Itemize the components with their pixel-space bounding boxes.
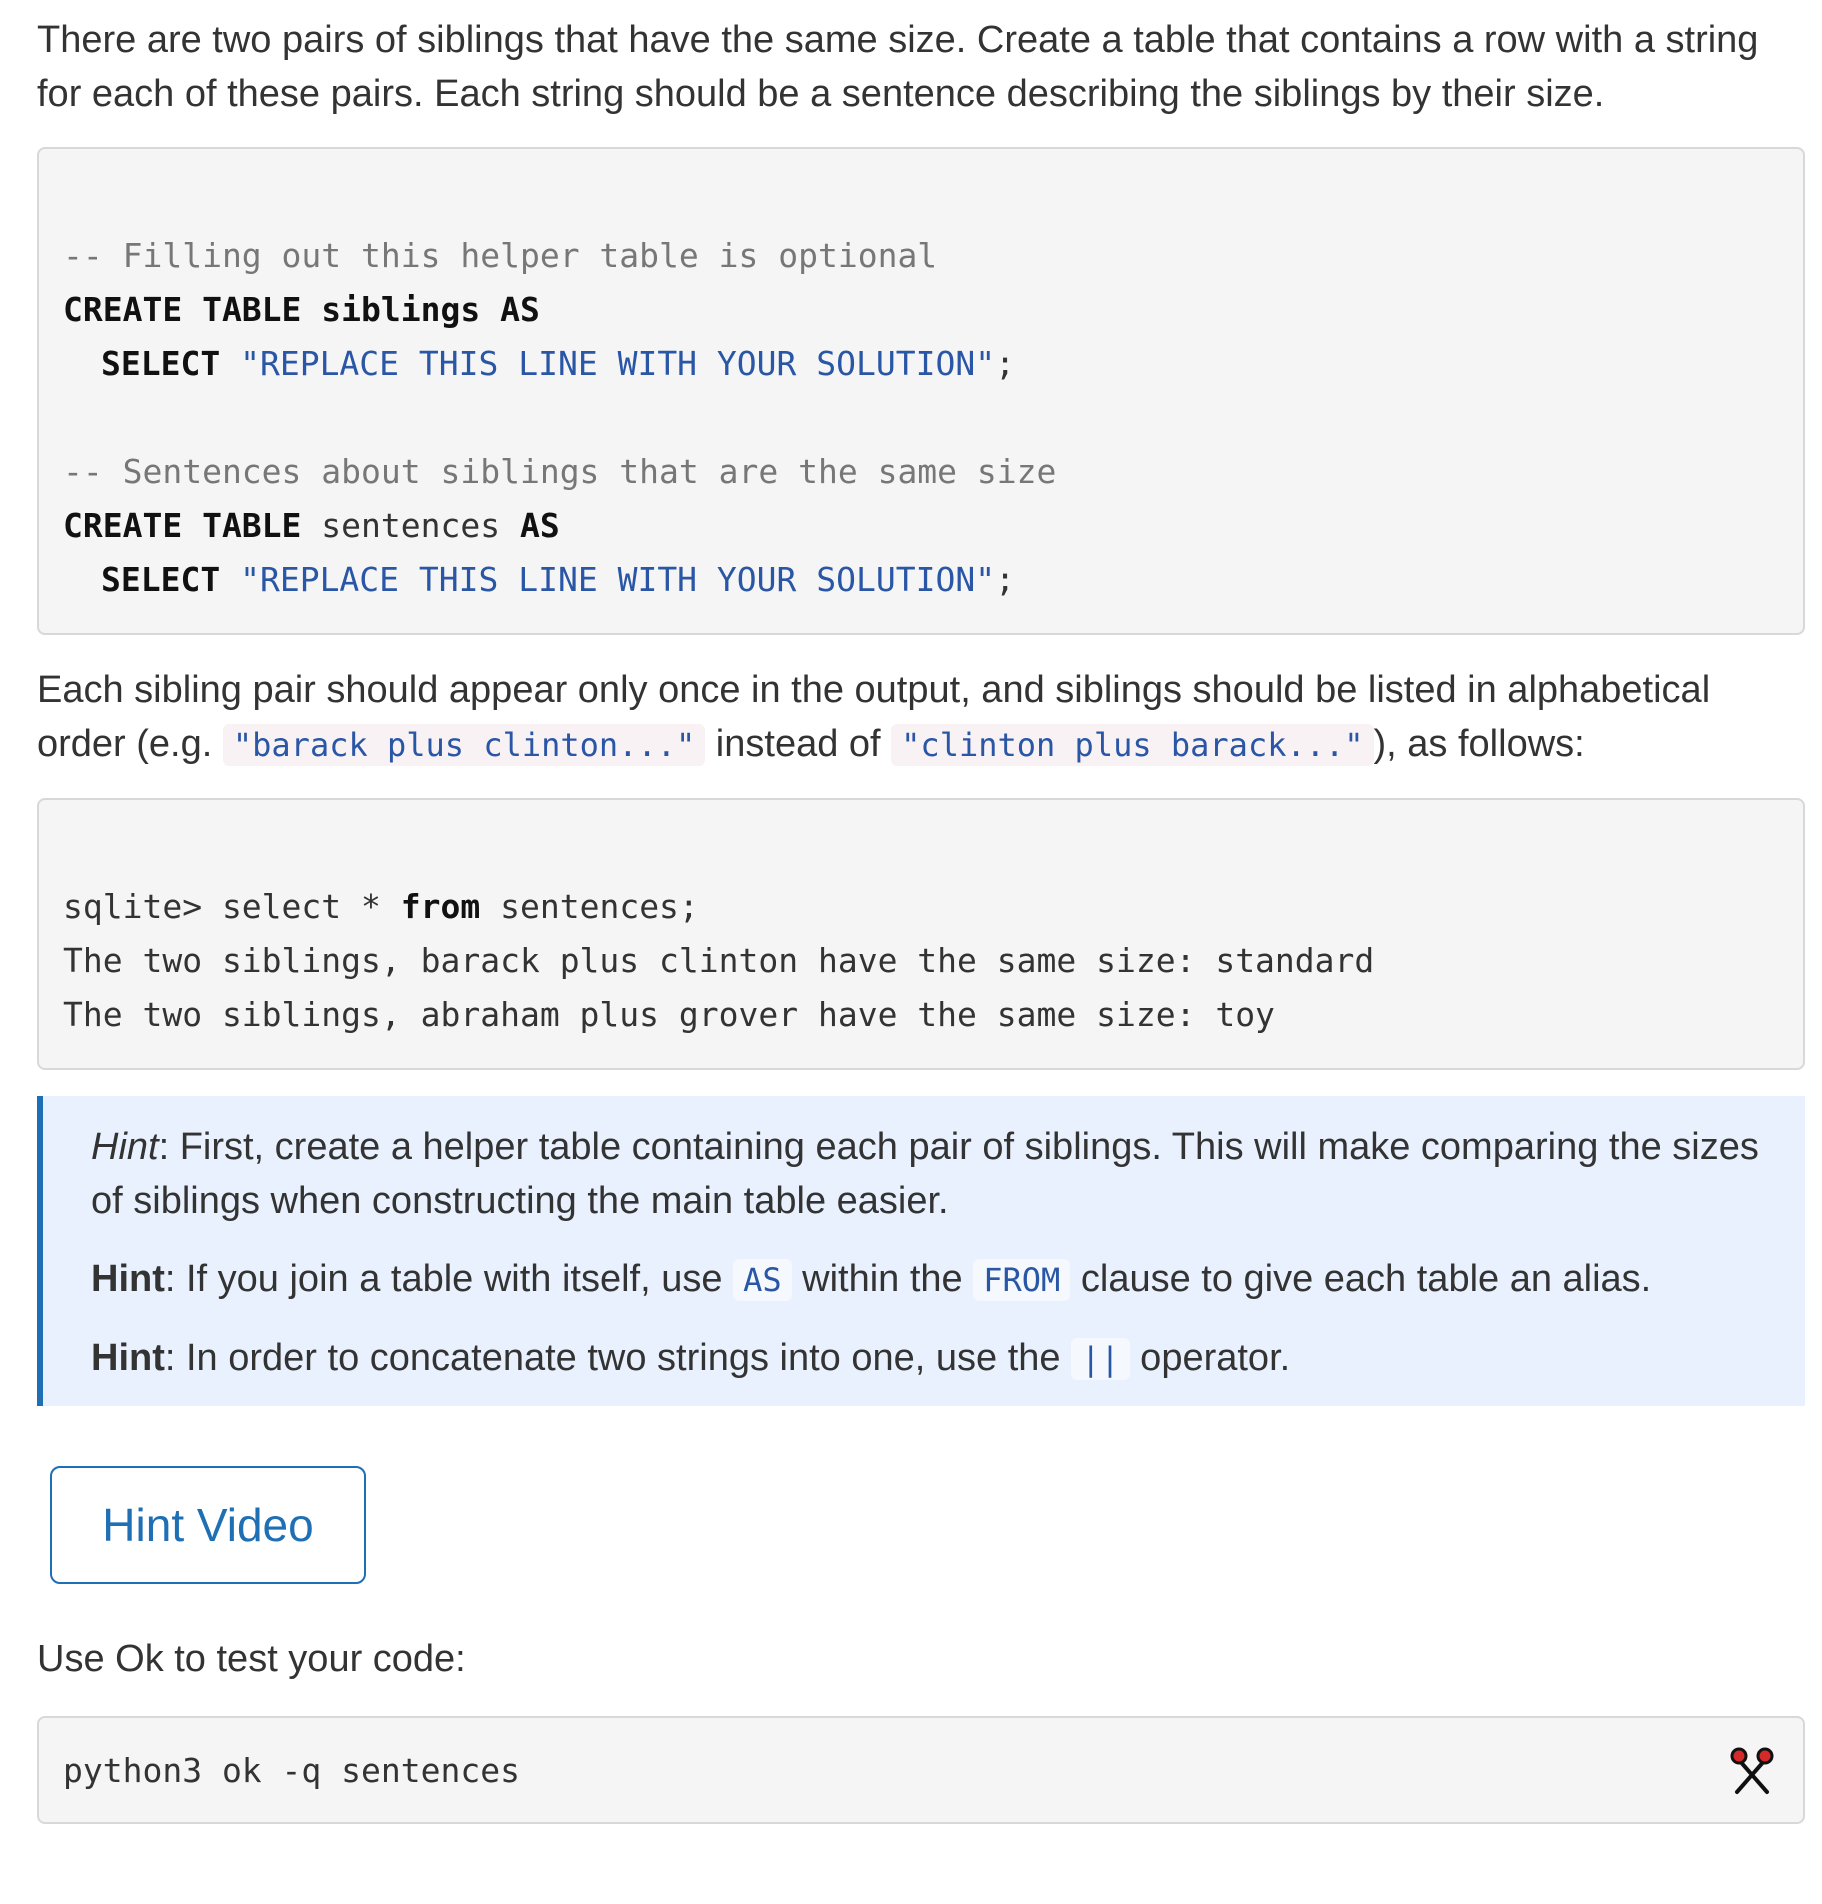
- scissors-icon[interactable]: [1729, 1746, 1775, 1796]
- code-line: SELECT "REPLACE THIS LINE WITH YOUR SOLU…: [63, 337, 1779, 391]
- hint-text: within the: [791, 1258, 974, 1300]
- hint-label: Hint: [91, 1126, 159, 1168]
- code-keyword: SELECT: [101, 344, 221, 383]
- hint-1: Hint: First, create a helper table conta…: [91, 1120, 1765, 1228]
- hint-3: Hint: In order to concatenate two string…: [91, 1331, 1765, 1386]
- output-row: The two siblings, abraham plus grover ha…: [63, 995, 1275, 1034]
- code-keyword: CREATE TABLE: [63, 290, 302, 329]
- code-text: sentences;: [480, 887, 699, 926]
- hint-text: : In order to concatenate two strings in…: [164, 1337, 1072, 1379]
- code-line: CREATE TABLE sentences AS: [63, 499, 1779, 553]
- code-keyword: AS: [500, 290, 540, 329]
- hint-inline-code: AS: [733, 1259, 792, 1301]
- hint-video-button[interactable]: Hint Video: [50, 1466, 366, 1584]
- ok-command-block: python3 ok -q sentences: [37, 1716, 1805, 1824]
- intro-paragraph: There are two pairs of siblings that hav…: [37, 19, 1759, 115]
- hint-2: Hint: If you join a table with itself, u…: [91, 1252, 1765, 1307]
- code-keyword: SELECT: [101, 560, 221, 599]
- code-comment: -- Sentences about siblings that are the…: [63, 452, 1057, 491]
- hint-label: Hint: [91, 1258, 165, 1300]
- code-line: sqlite> select * from sentences;: [63, 880, 1779, 934]
- code-keyword: AS: [519, 506, 560, 545]
- code-string: "REPLACE THIS LINE WITH YOUR SOLUTION": [240, 560, 996, 599]
- inline-code-example: "barack plus clinton...": [222, 724, 706, 766]
- ok-command[interactable]: python3 ok -q sentences: [63, 1744, 1779, 1798]
- code-text: sqlite> select *: [63, 887, 401, 926]
- starter-code-block: -- Filling out this helper table is opti…: [37, 147, 1805, 635]
- order-note-paragraph: Each sibling pair should appear only onc…: [37, 663, 1805, 772]
- hint-box: Hint: First, create a helper table conta…: [37, 1096, 1805, 1406]
- code-line: CREATE TABLE siblings AS: [63, 283, 1779, 337]
- hint-text: : If you join a table with itself, use: [164, 1258, 734, 1300]
- code-punct: ;: [995, 560, 1015, 599]
- hint-label: Hint: [91, 1337, 165, 1379]
- hint-text: : First, create a helper table containin…: [91, 1126, 1759, 1222]
- hint-text: operator.: [1129, 1337, 1291, 1379]
- order-note-text: instead of: [705, 723, 892, 765]
- hint-inline-code: FROM: [973, 1259, 1071, 1301]
- inline-code-example: "clinton plus barack...": [891, 724, 1374, 766]
- code-string: "REPLACE THIS LINE WITH YOUR SOLUTION": [240, 344, 996, 383]
- code-keyword: CREATE TABLE: [63, 506, 302, 545]
- order-note-text: ), as follows:: [1373, 723, 1585, 765]
- code-table-name: sentences: [321, 506, 501, 545]
- sample-output-block: sqlite> select * from sentences; The two …: [37, 798, 1805, 1070]
- page: There are two pairs of siblings that hav…: [37, 13, 1805, 1824]
- output-row: The two siblings, barack plus clinton ha…: [63, 941, 1375, 980]
- code-table-name: siblings: [321, 290, 481, 329]
- code-keyword: from: [400, 887, 481, 926]
- code-punct: ;: [995, 344, 1015, 383]
- hint-text: clause to give each table an alias.: [1070, 1258, 1652, 1300]
- hint-inline-code: ||: [1071, 1338, 1130, 1380]
- ok-instruction: Use Ok to test your code:: [37, 1638, 466, 1680]
- code-comment: -- Filling out this helper table is opti…: [63, 236, 938, 275]
- code-line: SELECT "REPLACE THIS LINE WITH YOUR SOLU…: [63, 553, 1779, 607]
